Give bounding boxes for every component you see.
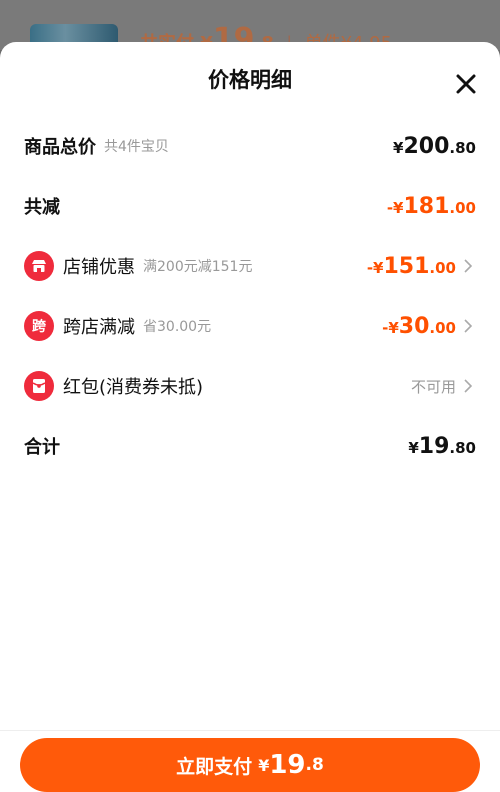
item-count: 共4件宝贝 (104, 139, 169, 155)
reduction-label: 共减 (24, 197, 60, 218)
amount-dec: .00 (449, 198, 476, 217)
price-detail-sheet: 价格明细 商品总价 共4件宝贝 ¥200.80 共减 - ¥181.00 店铺优惠… (0, 42, 500, 792)
cross-store-savings: 省30.00元 (143, 319, 212, 335)
currency: ¥ (408, 438, 419, 457)
amount-dec: .00 (429, 258, 456, 277)
pay-now-button[interactable]: 立即支付 ¥19.8 (20, 738, 480, 792)
pay-currency: ¥ (258, 755, 270, 775)
chevron-right-icon (464, 379, 476, 393)
row-total: 合计 ¥19.80 (24, 426, 476, 466)
currency: ¥ (373, 258, 384, 277)
amount-int: 19 (418, 433, 450, 459)
row-cross-store-discount[interactable]: 跨 跨店满减 省30.00元 - ¥30.00 (24, 306, 476, 346)
red-packet-status: 不可用 (410, 377, 456, 396)
store-discount-label: 店铺优惠 (63, 257, 135, 278)
pay-now-label: 立即支付 (176, 755, 253, 778)
footer-divider (0, 730, 500, 731)
row-store-discount[interactable]: 店铺优惠 满200元减151元 - ¥151.00 (24, 246, 476, 286)
chevron-right-icon (464, 319, 476, 333)
cross-store-label: 跨店满减 (63, 317, 135, 338)
red-packet-label: 红包(消费券未抵) (63, 377, 204, 398)
cross-store-amount: - ¥30.00 (382, 314, 456, 339)
amount-dec: .80 (449, 438, 476, 457)
currency: ¥ (393, 198, 404, 217)
amount-int: 200 (403, 133, 450, 159)
red-packet-icon (24, 371, 54, 401)
amount-dec: .80 (449, 138, 476, 157)
pay-amount-int: 19 (269, 750, 306, 780)
row-red-packet[interactable]: 红包(消费券未抵) 不可用 (24, 366, 476, 406)
row-total-reduction: 共减 - ¥181.00 (24, 186, 476, 226)
close-icon[interactable] (452, 70, 480, 98)
total-price-label: 商品总价 (24, 137, 96, 158)
total-label: 合计 (24, 437, 60, 458)
pay-amount-dec: .8 (305, 755, 324, 775)
currency: ¥ (388, 318, 399, 337)
store-icon (24, 251, 54, 281)
amount-dec: .00 (429, 318, 456, 337)
store-discount-amount: - ¥151.00 (367, 254, 456, 279)
total-amount: ¥19.80 (408, 434, 476, 459)
store-discount-rule: 满200元减151元 (143, 259, 253, 275)
chevron-right-icon (464, 259, 476, 273)
total-price-amount: ¥200.80 (393, 134, 476, 159)
amount-int: 30 (398, 313, 430, 339)
reduction-amount: - ¥181.00 (387, 194, 476, 219)
sheet-title: 价格明细 (208, 68, 292, 92)
row-total-price: 商品总价 共4件宝贝 ¥200.80 (24, 126, 476, 166)
cross-store-badge: 跨 (24, 311, 54, 341)
amount-int: 181 (403, 193, 450, 219)
currency: ¥ (393, 138, 404, 157)
amount-int: 151 (383, 253, 430, 279)
